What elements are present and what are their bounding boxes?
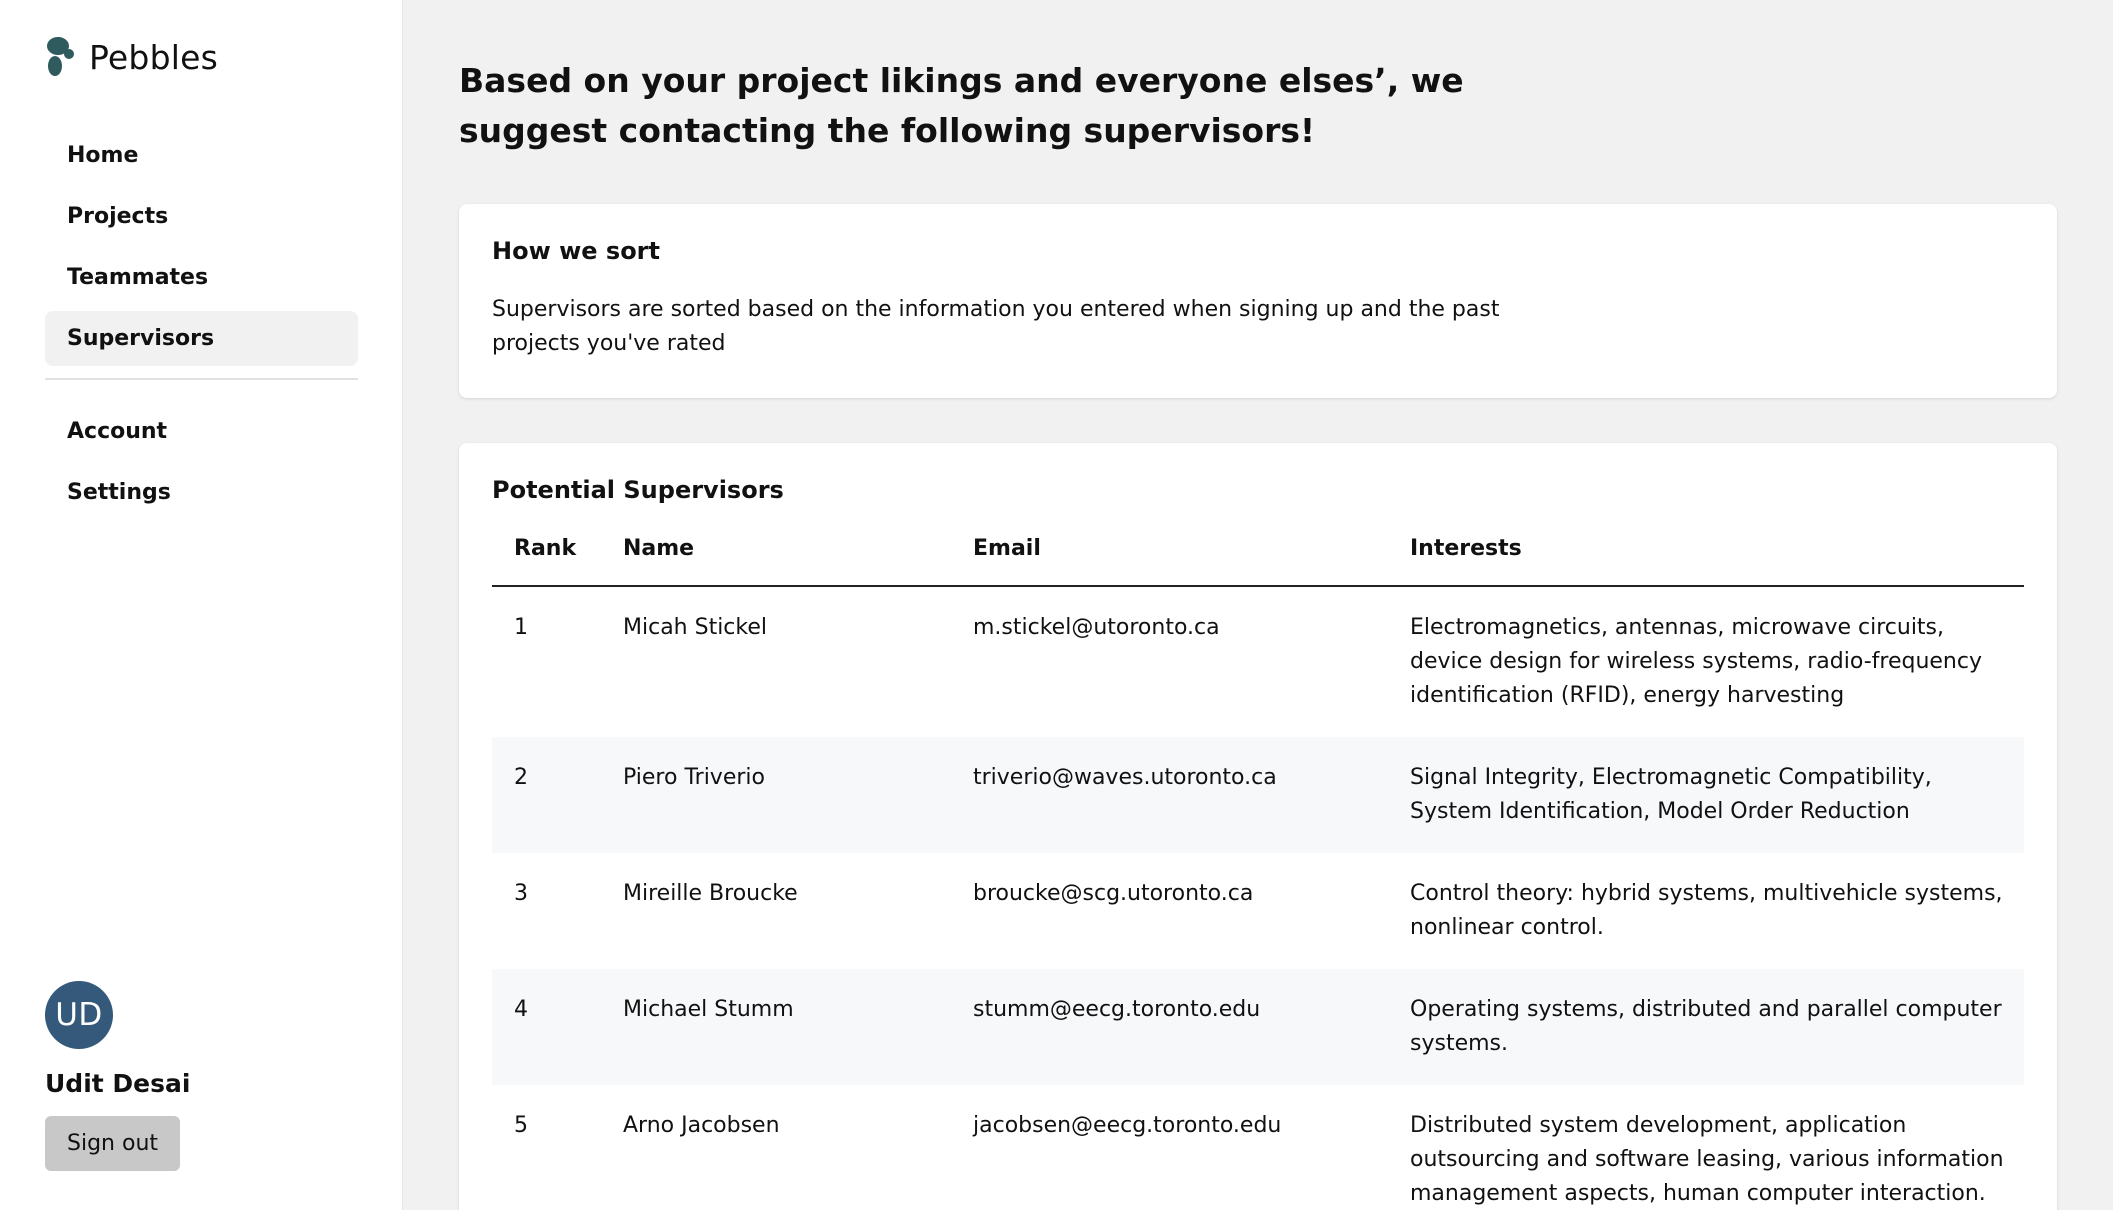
sidebar-item-label: Projects xyxy=(67,204,169,229)
column-header-rank: Rank xyxy=(492,522,601,587)
table-header-row: Rank Name Email Interests xyxy=(492,522,2024,587)
cell-email[interactable]: jacobsen@eecg.toronto.edu xyxy=(951,1085,1388,1210)
cell-name: Michael Stumm xyxy=(601,969,951,1085)
cell-name: Piero Triverio xyxy=(601,737,951,853)
pebbles-logo-icon xyxy=(45,36,75,78)
cell-rank: 3 xyxy=(514,881,528,906)
app-root: Pebbles Home Projects Teammates Supervis… xyxy=(0,0,2113,1210)
how-we-sort-card: How we sort Supervisors are sorted based… xyxy=(459,204,2057,398)
sidebar-item-home[interactable]: Home xyxy=(45,128,358,183)
sidebar-item-account[interactable]: Account xyxy=(45,404,358,459)
table-row[interactable]: 1 Micah Stickel m.stickel@utoronto.ca El… xyxy=(492,586,2024,737)
table-row[interactable]: 5 Arno Jacobsen jacobsen@eecg.toronto.ed… xyxy=(492,1085,2024,1210)
user-panel: UD Udit Desai Sign out xyxy=(45,981,190,1171)
cell-email[interactable]: triverio@waves.utoronto.ca xyxy=(951,737,1388,853)
potential-supervisors-card: Potential Supervisors Rank Name Email In… xyxy=(459,443,2057,1210)
cell-interests: Operating systems, distributed and paral… xyxy=(1388,969,2024,1085)
how-we-sort-title: How we sort xyxy=(492,237,660,265)
cell-interests: Electromagnetics, antennas, microwave ci… xyxy=(1410,615,1982,708)
page-title: Based on your project likings and everyo… xyxy=(459,61,1464,150)
table-row[interactable]: 4 Michael Stumm stumm@eecg.toronto.edu O… xyxy=(492,969,2024,1085)
sidebar-item-settings[interactable]: Settings xyxy=(45,465,358,520)
column-header-name: Name xyxy=(601,522,951,587)
cell-interests: Distributed system development, applicat… xyxy=(1410,1113,2004,1206)
cell-email[interactable]: stumm@eecg.toronto.edu xyxy=(951,969,1388,1085)
potential-supervisors-title: Potential Supervisors xyxy=(492,476,784,504)
cell-name: Arno Jacobsen xyxy=(623,1113,780,1138)
sidebar-nav: Home Projects Teammates Supervisors Acco… xyxy=(45,128,358,526)
sidebar-item-label: Home xyxy=(67,143,139,168)
sidebar-item-label: Supervisors xyxy=(67,326,215,351)
cell-email[interactable]: broucke@scg.utoronto.ca xyxy=(951,853,1388,969)
cell-name: Micah Stickel xyxy=(623,615,768,640)
user-name: Udit Desai xyxy=(45,1069,191,1098)
avatar-initials: UD xyxy=(55,997,103,1033)
main-content: Based on your project likings and everyo… xyxy=(403,0,2113,1210)
cell-rank: 1 xyxy=(514,615,528,640)
sidebar-item-label: Account xyxy=(67,419,168,444)
avatar[interactable]: UD xyxy=(45,981,113,1049)
nav-divider xyxy=(45,378,358,380)
sidebar-item-teammates[interactable]: Teammates xyxy=(45,250,358,305)
sign-out-button[interactable]: Sign out xyxy=(45,1116,181,1171)
supervisors-table: Rank Name Email Interests 1 Micah Sticke… xyxy=(492,522,2024,1210)
sidebar-item-label: Settings xyxy=(67,480,171,505)
brand[interactable]: Pebbles xyxy=(45,36,218,78)
sidebar-item-projects[interactable]: Projects xyxy=(45,189,358,244)
sidebar: Pebbles Home Projects Teammates Supervis… xyxy=(0,0,403,1210)
how-we-sort-text: Supervisors are sorted based on the info… xyxy=(492,297,1500,356)
app-name: Pebbles xyxy=(89,37,218,77)
cell-interests: Signal Integrity, Electromagnetic Compat… xyxy=(1388,737,2024,853)
table-row[interactable]: 2 Piero Triverio triverio@waves.utoronto… xyxy=(492,737,2024,853)
cell-interests: Control theory: hybrid systems, multiveh… xyxy=(1410,881,2003,940)
column-header-interests: Interests xyxy=(1388,522,2024,587)
cell-rank: 5 xyxy=(514,1113,528,1138)
cell-name: Mireille Broucke xyxy=(623,881,798,906)
sidebar-item-label: Teammates xyxy=(67,265,209,290)
column-header-email: Email xyxy=(951,522,1388,587)
cell-email[interactable]: m.stickel@utoronto.ca xyxy=(951,586,1388,737)
sidebar-item-supervisors[interactable]: Supervisors xyxy=(45,311,358,366)
cell-rank: 4 xyxy=(492,969,601,1085)
cell-rank: 2 xyxy=(492,737,601,853)
table-row[interactable]: 3 Mireille Broucke broucke@scg.utoronto.… xyxy=(492,853,2024,969)
